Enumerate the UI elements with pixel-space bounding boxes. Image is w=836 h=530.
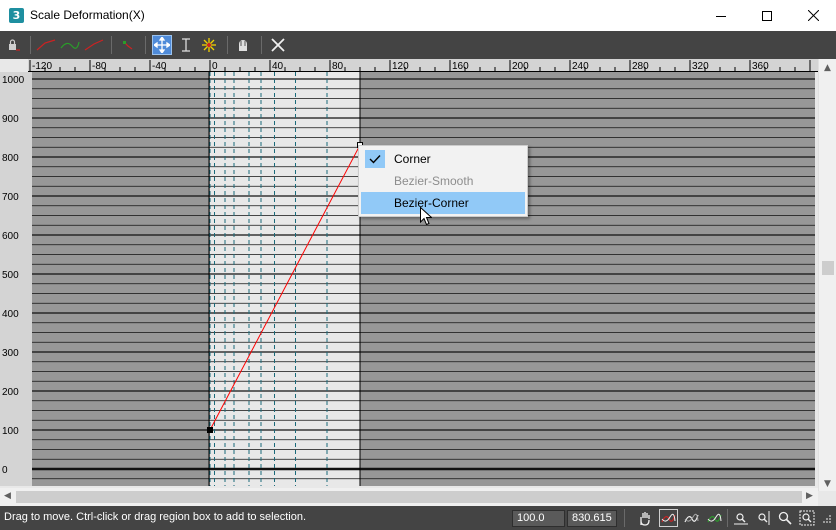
delete-control-point-icon[interactable] <box>268 35 288 55</box>
x-tick-label: 240 <box>572 61 589 72</box>
zoom-horizontal-icon[interactable] <box>731 509 750 527</box>
menu-item-bezier-smooth: Bezier-Smooth <box>361 170 525 192</box>
minimize-icon <box>716 15 726 17</box>
x-tick-label: 80 <box>332 61 344 72</box>
zoom-icon[interactable] <box>775 509 794 527</box>
delete-point-icon[interactable] <box>84 35 104 55</box>
y-tick-label: 700 <box>2 192 19 203</box>
x-tick-label: -80 <box>92 61 107 72</box>
horizontal-scroll-thumb[interactable] <box>16 491 802 503</box>
zoom-horizontal-extents-icon[interactable] <box>682 509 701 527</box>
x-tick-label: -120 <box>32 61 52 72</box>
statusbar-separator <box>624 509 625 527</box>
scale-control-point-icon[interactable] <box>176 35 196 55</box>
maximize-icon <box>762 10 772 21</box>
curve-plot[interactable] <box>32 72 815 486</box>
curve-graph-area: -120 -80 -40 0 40 80 120 160 200 240 280 320 360 100… <box>0 59 836 506</box>
toolbar-separator <box>261 36 262 54</box>
checkmark-icon <box>365 150 385 168</box>
minimize-button[interactable] <box>698 0 744 31</box>
y-value-field[interactable]: 830.615 <box>567 510 617 527</box>
x-ruler[interactable]: -120 -80 -40 0 40 80 120 160 200 240 280 320 360 <box>28 59 818 72</box>
y-tick-label: 0 <box>2 465 8 476</box>
y-tick-label: 100 <box>2 426 19 437</box>
y-tick-label: 1000 <box>2 75 25 86</box>
y-tick-label: 300 <box>2 348 19 359</box>
x-tick-label: 320 <box>692 61 709 72</box>
mouse-cursor-icon <box>420 207 432 226</box>
maximize-button[interactable] <box>744 0 790 31</box>
x-tick-label: 160 <box>452 61 469 72</box>
menu-item-label: Corner <box>394 152 431 166</box>
x-value-field[interactable]: 100.0 <box>512 510 565 527</box>
x-tick-label: 0 <box>212 61 218 72</box>
x-tick-label: 360 <box>752 61 769 72</box>
close-button[interactable] <box>790 0 836 31</box>
x-tick-label: 40 <box>272 61 284 72</box>
toolbar-separator <box>227 36 228 54</box>
menu-item-label: Bezier-Smooth <box>394 174 474 188</box>
x-tick-label: -40 <box>152 61 167 72</box>
horizontal-scrollbar[interactable]: ◀ ▶ <box>0 488 818 506</box>
menu-item-corner[interactable]: Corner <box>361 148 525 170</box>
title-bar: 3 Scale Deformation(X) <box>0 0 836 31</box>
y-tick-label: 800 <box>2 153 19 164</box>
y-axis: 1000 900 800 700 600 500 400 300 200 100 0 <box>0 72 32 486</box>
insert-point-icon[interactable] <box>199 35 219 55</box>
x-tick-label: 120 <box>392 61 409 72</box>
selection-band <box>210 72 360 486</box>
toolbar <box>0 31 836 59</box>
scroll-right-icon[interactable]: ▶ <box>806 491 813 501</box>
app-3dsmax-icon: 3 <box>9 8 24 23</box>
pan-hand-icon[interactable] <box>635 509 654 527</box>
x-tick-label: 200 <box>512 61 529 72</box>
y-tick-label: 900 <box>2 114 19 125</box>
y-tick-label: 600 <box>2 231 19 242</box>
insert-corner-point-icon[interactable] <box>36 35 56 55</box>
vertical-scrollbar[interactable]: ▲ ▼ <box>818 59 836 491</box>
scroll-down-icon[interactable]: ▼ <box>824 479 831 489</box>
scale-deformation-window: 3 Scale Deformation(X) -120 -80 -40 0 40… <box>0 0 836 530</box>
close-icon <box>807 10 819 21</box>
reset-curve-icon[interactable] <box>233 35 253 55</box>
zoom-extents-icon[interactable] <box>659 509 678 527</box>
y-tick-label: 200 <box>2 387 19 398</box>
control-point-start[interactable] <box>207 427 213 433</box>
toolbar-separator <box>145 36 146 54</box>
scroll-left-icon[interactable]: ◀ <box>4 491 11 501</box>
lock-icon[interactable] <box>3 35 23 55</box>
window-title: Scale Deformation(X) <box>30 8 145 22</box>
resize-grip-icon[interactable] <box>818 509 834 527</box>
y-tick-label: 500 <box>2 270 19 281</box>
scroll-up-icon[interactable]: ▲ <box>824 63 831 73</box>
menu-item-bezier-corner[interactable]: Bezier-Corner <box>361 192 525 214</box>
x-tick-label: 280 <box>632 61 649 72</box>
toolbar-separator <box>111 36 112 54</box>
status-hint: Drag to move. Ctrl-click or drag region … <box>4 511 307 523</box>
zoom-region-icon[interactable] <box>797 509 816 527</box>
point-type-context-menu: Corner Bezier-Smooth Bezier-Corner <box>358 145 528 217</box>
y-tick-label: 400 <box>2 309 19 320</box>
status-bar: Drag to move. Ctrl-click or drag region … <box>0 506 836 530</box>
toolbar-separator <box>30 36 31 54</box>
zoom-vertical-icon[interactable] <box>753 509 772 527</box>
insert-bezier-point-icon[interactable] <box>60 35 80 55</box>
move-control-point-icon[interactable] <box>152 35 172 55</box>
vertical-scroll-thumb[interactable] <box>822 261 834 275</box>
zoom-vertical-extents-icon[interactable] <box>705 509 724 527</box>
statusbar-separator <box>727 509 728 527</box>
swap-curve-icon[interactable] <box>118 35 138 55</box>
